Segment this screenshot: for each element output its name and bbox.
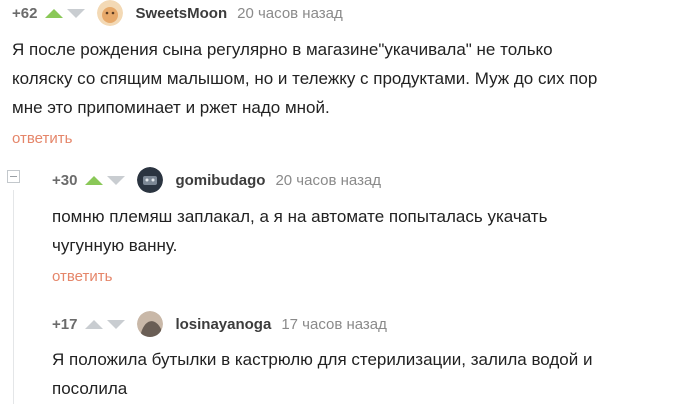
username[interactable]: gomibudago — [175, 172, 265, 189]
comment-text-line: коляску со спящим малышом, но и тележку … — [12, 69, 598, 88]
reply-link[interactable]: ответить — [12, 130, 72, 147]
comment-text-line: мне это припоминает и ржет надо мной. — [12, 98, 330, 117]
comment-header: +62 SweetsMoon 20 часов назад — [12, 0, 343, 26]
thread-line[interactable] — [13, 190, 14, 404]
downvote-icon[interactable] — [107, 319, 126, 329]
upvote-icon[interactable] — [45, 8, 64, 18]
rating: +17 — [52, 315, 78, 333]
downvote-icon[interactable] — [107, 175, 126, 185]
username[interactable]: losinayanoga — [175, 316, 271, 333]
avatar[interactable] — [137, 167, 164, 193]
comment-text-line: Я положила бутылки в кастрюлю для стерил… — [52, 350, 593, 369]
comment-header: +17 losinayanoga 17 часов назад — [52, 311, 387, 337]
comment-text-line: чугунную ванну. — [52, 236, 178, 255]
comment-text: помню племяш заплакал, а я на автомате п… — [52, 202, 692, 260]
avatar[interactable] — [137, 311, 164, 337]
avatar[interactable] — [97, 0, 124, 26]
timestamp[interactable]: 20 часов назад — [275, 172, 381, 189]
username[interactable]: SweetsMoon — [135, 5, 227, 22]
timestamp[interactable]: 17 часов назад — [281, 316, 387, 333]
timestamp[interactable]: 20 часов назад — [237, 5, 343, 22]
comment-text: Я после рождения сына регулярно в магази… — [12, 35, 692, 122]
rating: +30 — [52, 171, 78, 189]
upvote-icon[interactable] — [85, 319, 104, 329]
comment-text: Я положила бутылки в кастрюлю для стерил… — [52, 345, 692, 403]
rating: +62 — [12, 4, 38, 22]
downvote-icon[interactable] — [67, 8, 86, 18]
reply-link[interactable]: ответить — [52, 268, 112, 285]
upvote-icon[interactable] — [85, 175, 104, 185]
comment-text-line: посолила — [52, 379, 128, 398]
comment-text-line: Я после рождения сына регулярно в магази… — [12, 40, 553, 59]
comment-text-line: помню племяш заплакал, а я на автомате п… — [52, 207, 548, 226]
comment-header: +30 gomibudago 20 часов назад — [52, 167, 381, 193]
collapse-thread-button[interactable] — [7, 170, 20, 183]
